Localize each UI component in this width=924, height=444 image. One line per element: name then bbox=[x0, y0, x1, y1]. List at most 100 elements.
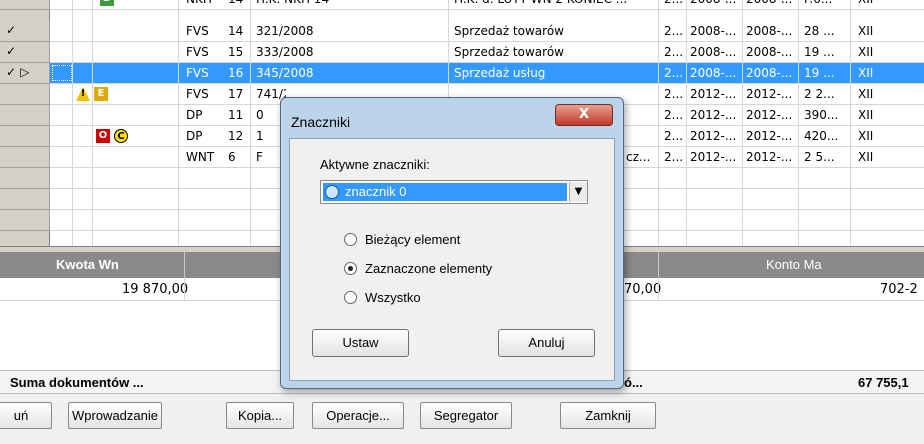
row-selector[interactable]: D bbox=[0, 0, 114, 10]
doc-type: FVS bbox=[186, 24, 209, 38]
row-selector[interactable] bbox=[0, 168, 50, 189]
header-divider bbox=[184, 252, 185, 278]
row-selector[interactable] bbox=[0, 84, 50, 105]
col-date1: 2012-... bbox=[690, 87, 737, 101]
col-period: XII bbox=[858, 108, 874, 122]
col-c4: 28 ... bbox=[804, 24, 835, 38]
doc-no: 12 bbox=[228, 129, 244, 143]
doc-no: 11 bbox=[228, 108, 244, 122]
doc-type: FVS bbox=[186, 66, 209, 80]
doc-number: 1 bbox=[256, 129, 264, 143]
row-selector[interactable] bbox=[0, 189, 50, 210]
col-c1: 2... bbox=[664, 87, 684, 101]
col-date1: 2008-... bbox=[690, 45, 737, 59]
doc-number: 333/2008 bbox=[256, 45, 314, 59]
col-c4: 19 ... bbox=[804, 45, 835, 59]
doc-number: 345/2008 bbox=[256, 66, 314, 80]
doc-type: NKH bbox=[186, 0, 226, 9]
col-date2: 2008-... bbox=[746, 24, 793, 38]
chevron-down-icon[interactable]: ▼ bbox=[569, 182, 587, 202]
doc-type: FVS bbox=[186, 87, 209, 101]
check-icon: ✓ bbox=[6, 44, 17, 58]
active-markers-label: Aktywne znaczniki: bbox=[320, 157, 430, 172]
delete-button[interactable]: uń bbox=[0, 402, 52, 429]
col-date2: 2012-... bbox=[746, 108, 793, 122]
grid-line bbox=[178, 0, 179, 246]
row-selector[interactable] bbox=[0, 210, 50, 231]
row-selector[interactable]: ✓ bbox=[0, 42, 50, 63]
radio-button[interactable] bbox=[344, 233, 357, 246]
row-selector[interactable]: ✓ bbox=[0, 21, 50, 42]
grid-line bbox=[72, 0, 73, 246]
e-marker-icon: E bbox=[94, 87, 108, 101]
doc-type: DP bbox=[186, 129, 203, 143]
column-header-kwota-wn[interactable]: Kwota Wn bbox=[56, 252, 119, 278]
radio-wszystko[interactable]: Wszystko bbox=[344, 289, 421, 307]
doc-description: cz... bbox=[626, 150, 651, 164]
focus-cell[interactable] bbox=[52, 65, 72, 81]
konto-ma-value: 702-2 bbox=[880, 282, 918, 297]
col-c1: 2... bbox=[664, 24, 684, 38]
close-button[interactable]: X bbox=[555, 104, 613, 126]
check-icon: ✓ ▷ bbox=[6, 65, 30, 79]
doc-description: Sprzedaż usług bbox=[454, 66, 546, 80]
col-c1: 2... bbox=[664, 45, 684, 59]
marker-select[interactable]: znacznik 0 ▼ bbox=[320, 180, 588, 204]
col-date1: 2008-... bbox=[690, 0, 738, 9]
col-period: XII bbox=[858, 66, 874, 80]
zamknij-button[interactable]: Zamknij bbox=[560, 402, 656, 429]
anuluj-button[interactable]: Anuluj bbox=[498, 329, 595, 357]
warning-icon: ! bbox=[76, 87, 90, 101]
wprowadzanie-button[interactable]: Wprowadzanie bbox=[68, 402, 162, 429]
selected-marker-value: znacznik 0 bbox=[345, 184, 407, 199]
row-selector[interactable] bbox=[0, 147, 50, 168]
markers-dialog: Znaczniki X Aktywne znaczniki: znacznik … bbox=[280, 97, 624, 389]
mid-amount-value: 70,00 bbox=[624, 282, 662, 297]
grid-line bbox=[184, 278, 185, 300]
radio-button[interactable] bbox=[344, 291, 357, 304]
col-c4: P.6... bbox=[804, 0, 844, 9]
kopia-button[interactable]: Kopia... bbox=[226, 402, 294, 429]
col-date1: 2012-... bbox=[690, 129, 737, 143]
col-date1: 2012-... bbox=[690, 108, 737, 122]
grid-line bbox=[250, 0, 251, 246]
doc-number: 0 bbox=[256, 108, 264, 122]
dialog-content: Aktywne znaczniki: znacznik 0 ▼ Bieżący … bbox=[289, 138, 615, 381]
c-marker-icon: C bbox=[114, 129, 128, 143]
radio-biezacy-element[interactable]: Bieżący element bbox=[344, 231, 460, 249]
col-c4: 2 2... bbox=[804, 87, 835, 101]
ustaw-button[interactable]: Ustaw bbox=[312, 329, 409, 357]
radio-label: Zaznaczone elementy bbox=[365, 261, 493, 276]
table-row[interactable]: ✓ FVS 15 333/2008 Sprzedaż towarów 2... … bbox=[0, 42, 924, 63]
col-date1: 2008-... bbox=[690, 66, 737, 80]
grid-line bbox=[686, 0, 687, 246]
segregator-button[interactable]: Segregator bbox=[420, 402, 512, 429]
row-selector[interactable] bbox=[0, 126, 50, 147]
radio-button-checked[interactable] bbox=[344, 262, 357, 275]
grid-line bbox=[742, 0, 743, 246]
grid-line bbox=[798, 0, 799, 246]
green-marker-icon: D bbox=[100, 0, 114, 6]
operacje-button[interactable]: Operacje... bbox=[312, 402, 404, 429]
col-period: XII bbox=[858, 150, 874, 164]
row-selector[interactable]: ✓ ▷ bbox=[0, 63, 50, 84]
table-row[interactable]: D NKH 14 H.K. NKH 14 H.K. d. LUTY WN 2 K… bbox=[0, 0, 924, 10]
doc-number: F bbox=[256, 150, 263, 164]
grid-line bbox=[92, 0, 93, 246]
marker-select-highlight: znacznik 0 bbox=[323, 183, 567, 201]
close-icon: X bbox=[578, 107, 590, 122]
col-date2: 2008-... bbox=[746, 45, 793, 59]
col-date1: 2012-... bbox=[690, 150, 737, 164]
doc-number: 321/2008 bbox=[256, 24, 314, 38]
col-c1: 2... bbox=[664, 129, 684, 143]
sum-mid: ó... bbox=[624, 375, 643, 390]
table-row-selected[interactable]: ✓ ▷ FVS 16 345/2008 Sprzedaż usług 2... … bbox=[0, 63, 924, 84]
col-date2: 2008-... bbox=[746, 66, 793, 80]
radio-zaznaczone-elementy[interactable]: Zaznaczone elementy bbox=[344, 260, 492, 278]
column-header-konto-ma[interactable]: Konto Ma bbox=[766, 252, 822, 278]
radio-label: Wszystko bbox=[365, 290, 421, 305]
doc-description: Sprzedaż towarów bbox=[454, 24, 564, 38]
row-selector[interactable] bbox=[0, 105, 50, 126]
col-period: XII bbox=[858, 87, 874, 101]
table-row[interactable]: ✓ FVS 14 321/2008 Sprzedaż towarów 2... … bbox=[0, 21, 924, 42]
